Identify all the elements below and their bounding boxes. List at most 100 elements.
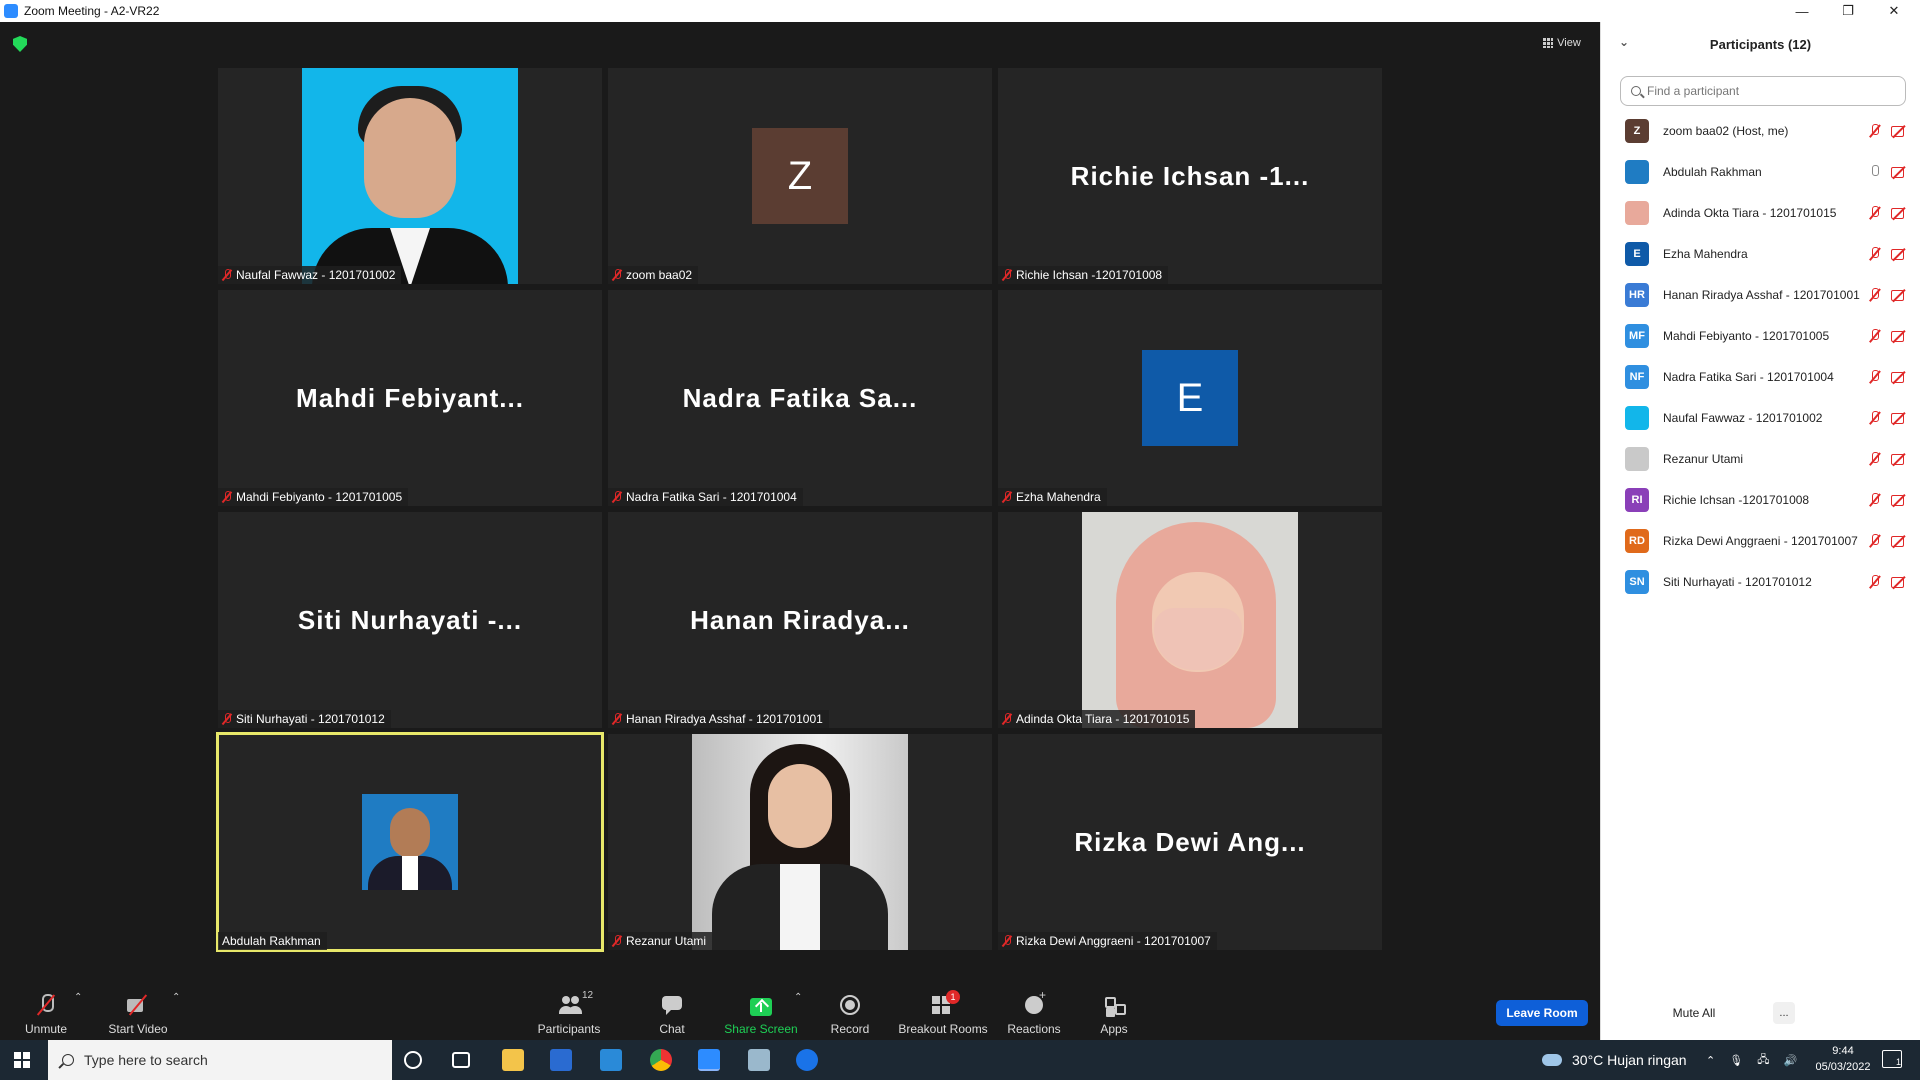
close-button[interactable]: ✕: [1872, 0, 1916, 22]
mail-icon[interactable]: [600, 1049, 622, 1071]
participants-button[interactable]: 12 Participants: [532, 986, 606, 1036]
microphone-muted-icon[interactable]: [1869, 288, 1881, 302]
participant-row[interactable]: MF Mahdi Febiyanto - 1201701005: [1601, 315, 1920, 356]
microphone-muted-icon[interactable]: [1869, 370, 1881, 384]
video-tile[interactable]: Rezanur Utami: [608, 734, 992, 950]
participant-row[interactable]: Zzoom baa02 (Host, me): [1601, 110, 1920, 151]
share-options-caret-icon[interactable]: ⌃: [794, 992, 802, 1003]
file-explorer-icon[interactable]: [502, 1049, 524, 1071]
participant-row[interactable]: NF Nadra Fatika Sari - 1201701004: [1601, 356, 1920, 397]
notification-center-icon[interactable]: 1: [1882, 1050, 1902, 1068]
video-tile[interactable]: Adinda Okta Tiara - 1201701015: [998, 512, 1382, 728]
participant-avatar: [1625, 159, 1649, 184]
camera-off-icon[interactable]: [1891, 371, 1907, 383]
task-view-icon[interactable]: [452, 1052, 470, 1068]
participant-row[interactable]: Rezanur Utami: [1601, 438, 1920, 479]
microphone-muted-icon[interactable]: [1869, 206, 1881, 220]
video-tile[interactable]: Naufal Fawwaz - 1201701002: [218, 68, 602, 284]
participant-row[interactable]: Adinda Okta Tiara - 1201701015: [1601, 192, 1920, 233]
camera-off-icon[interactable]: [1891, 248, 1907, 260]
record-button[interactable]: Record: [826, 986, 874, 1036]
minimize-button[interactable]: —: [1780, 0, 1824, 22]
search-icon: [62, 1054, 74, 1066]
network-tray-icon[interactable]: 🖧: [1757, 1051, 1769, 1070]
search-icon: [1631, 86, 1641, 96]
microphone-muted-icon: [222, 713, 232, 725]
microphone-muted-icon[interactable]: [1869, 575, 1881, 589]
participant-row[interactable]: HR Hanan Riradya Asshaf - 1201701001: [1601, 274, 1920, 315]
video-options-caret-icon[interactable]: ⌃: [172, 992, 180, 1003]
camera-off-icon[interactable]: [1891, 207, 1907, 219]
microphone-muted-icon[interactable]: [1869, 452, 1881, 466]
participant-row[interactable]: Abdulah Rakhman: [1601, 151, 1920, 192]
participant-row[interactable]: SN Siti Nurhayati - 1201701012: [1601, 561, 1920, 602]
leave-room-button[interactable]: Leave Room: [1496, 1000, 1588, 1026]
share-screen-button[interactable]: Share Screen: [724, 986, 798, 1036]
tray-overflow-chevron-icon[interactable]: ⌃: [1706, 1054, 1715, 1067]
microsoft-store-icon[interactable]: [550, 1049, 572, 1071]
windows-start-icon[interactable]: [14, 1052, 30, 1068]
microphone-muted-icon[interactable]: [1869, 411, 1881, 425]
taskbar-search-box[interactable]: Type here to search: [48, 1040, 392, 1080]
camera-off-icon[interactable]: [1891, 453, 1907, 465]
camera-off-icon[interactable]: [1891, 494, 1907, 506]
participant-avatar: [1625, 446, 1649, 471]
video-tile[interactable]: Richie Ichsan -1... Richie Ichsan -120170…: [998, 68, 1382, 284]
participant-avatar: HR: [1625, 282, 1649, 307]
more-options-button[interactable]: ...: [1773, 1002, 1795, 1024]
microphone-icon[interactable]: [1869, 165, 1881, 179]
participant-search-input[interactable]: Find a participant: [1620, 76, 1906, 106]
video-tile[interactable]: Hanan Riradya... Hanan Riradya Asshaf - 1…: [608, 512, 992, 728]
camera-off-icon[interactable]: [1891, 125, 1907, 137]
camera-off-icon[interactable]: [1891, 535, 1907, 547]
microphone-muted-icon[interactable]: [1869, 534, 1881, 548]
zoom-taskbar-icon[interactable]: [698, 1049, 720, 1071]
microphone-muted-icon[interactable]: [1869, 493, 1881, 507]
encryption-shield-icon[interactable]: [13, 36, 27, 52]
notepad-icon[interactable]: [748, 1049, 770, 1071]
microphone-muted-icon[interactable]: [1869, 247, 1881, 261]
tile-name-label: Nadra Fatika Sari - 1201701004: [608, 488, 803, 506]
unmute-button[interactable]: Unmute: [20, 986, 72, 1036]
reactions-button[interactable]: Reactions: [1006, 986, 1062, 1036]
restore-button[interactable]: ❐: [1826, 0, 1870, 22]
volume-tray-icon[interactable]: 🔊: [1783, 1054, 1797, 1067]
video-tile[interactable]: Siti Nurhayati -... Siti Nurhayati - 1201…: [218, 512, 602, 728]
video-tile[interactable]: Rizka Dewi Ang... Rizka Dewi Anggraeni - …: [998, 734, 1382, 950]
microphone-muted-icon[interactable]: [1869, 329, 1881, 343]
system-clock[interactable]: 9:44 05/03/2022: [1808, 1043, 1878, 1075]
camera-off-icon[interactable]: [1891, 330, 1907, 342]
apps-button[interactable]: Apps: [1096, 986, 1132, 1036]
teamviewer-icon[interactable]: [796, 1049, 818, 1071]
camera-off-icon[interactable]: [1891, 412, 1907, 424]
weather-widget[interactable]: 30°C Hujan ringan: [1542, 1040, 1687, 1080]
breakout-rooms-label: Breakout Rooms: [898, 1022, 988, 1036]
camera-off-icon[interactable]: [1891, 166, 1907, 178]
tile-name-text: Nadra Fatika Sari - 1201701004: [626, 490, 797, 504]
participant-row[interactable]: RD Rizka Dewi Anggraeni - 1201701007: [1601, 520, 1920, 561]
microphone-muted-icon: [1002, 491, 1012, 503]
video-tile[interactable]: Nadra Fatika Sa... Nadra Fatika Sari - 12…: [608, 290, 992, 506]
chat-button[interactable]: Chat: [652, 986, 692, 1036]
breakout-rooms-button[interactable]: 1 Breakout Rooms: [898, 986, 988, 1036]
participant-row[interactable]: E Ezha Mahendra: [1601, 233, 1920, 274]
participant-row[interactable]: Naufal Fawwaz - 1201701002: [1601, 397, 1920, 438]
participant-row[interactable]: RI Richie Ichsan -1201701008: [1601, 479, 1920, 520]
camera-off-icon[interactable]: [1891, 576, 1907, 588]
camera-off-icon[interactable]: [1891, 289, 1907, 301]
microphone-tray-icon[interactable]: 🎙: [1729, 1054, 1743, 1067]
mute-all-button[interactable]: Mute All: [1669, 1002, 1719, 1024]
video-tile[interactable]: Mahdi Febiyant... Mahdi Febiyanto - 12017…: [218, 290, 602, 506]
video-tile[interactable]: Zzoom baa02: [608, 68, 992, 284]
view-button[interactable]: View: [1536, 32, 1588, 54]
microphone-muted-icon[interactable]: [1869, 124, 1881, 138]
audio-options-caret-icon[interactable]: ⌃: [74, 992, 82, 1003]
video-tile[interactable]: Abdulah Rakhman: [216, 732, 604, 952]
start-video-button[interactable]: Start Video: [104, 986, 172, 1036]
chrome-icon[interactable]: [650, 1049, 672, 1071]
participant-name: zoom baa02 (Host, me): [1663, 123, 1789, 138]
collapse-chevron-icon[interactable]: ⌄: [1619, 35, 1629, 49]
cortana-icon[interactable]: [404, 1051, 422, 1069]
video-tile[interactable]: E Ezha Mahendra: [998, 290, 1382, 506]
participant-avatar: RD: [1625, 528, 1649, 553]
